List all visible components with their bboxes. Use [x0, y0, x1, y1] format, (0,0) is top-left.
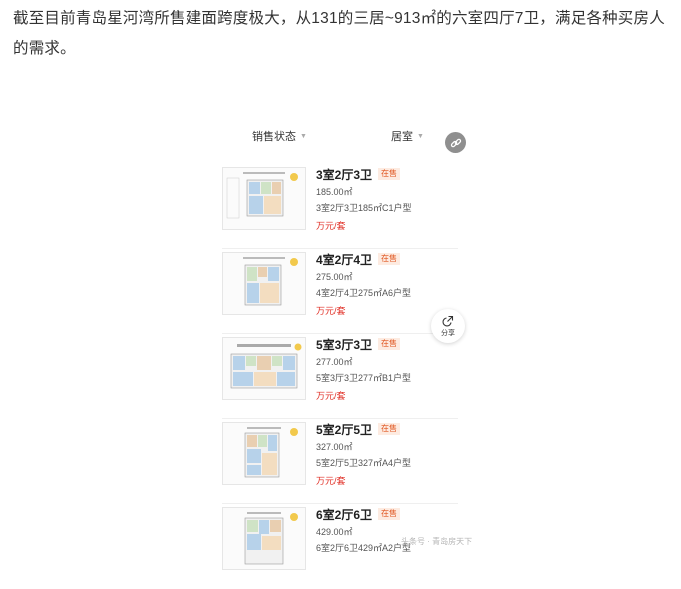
list-item[interactable]: 4室2厅4卫 在售 275.00㎡ 4室2厅4卫275㎡A6户型 万元/套: [222, 249, 458, 334]
listing-title: 3室2厅3卫: [316, 167, 373, 182]
filter-sales-status[interactable]: 销售状态 ▼: [252, 128, 307, 144]
listing-area: 327.00㎡: [316, 442, 353, 452]
list-item[interactable]: 3室2厅3卫 在售 185.00㎡ 3室2厅3卫185㎡C1户型 万元/套: [222, 164, 458, 249]
listing-title: 5室3厅3卫: [316, 337, 373, 352]
status-badge: 在售: [378, 168, 401, 180]
filter-rooms[interactable]: 居室 ▼: [391, 128, 424, 144]
listing-area: 185.00㎡: [316, 187, 353, 197]
filter-label: 居室: [391, 131, 413, 143]
floorplan-thumbnail: [222, 337, 306, 400]
status-badge: 在售: [378, 338, 401, 350]
listing-area: 277.00㎡: [316, 357, 353, 367]
listing-title: 4室2厅4卫: [316, 252, 373, 267]
status-badge: 在售: [378, 253, 401, 265]
share-label: 分享: [441, 329, 455, 337]
link-button[interactable]: [445, 132, 466, 153]
status-badge: 在售: [378, 423, 401, 435]
listing-price: 万元/套: [316, 476, 346, 486]
listing-area: 275.00㎡: [316, 272, 353, 282]
caret-down-icon: ▼: [300, 132, 307, 140]
share-icon: [442, 315, 454, 326]
floorplan-thumbnail: [222, 422, 306, 485]
floorplan-thumbnail: [222, 167, 306, 230]
listing-description: 5室2厅5卫327㎡A4户型: [316, 458, 412, 468]
listing-price: 万元/套: [316, 221, 346, 231]
status-badge: 在售: [378, 508, 401, 520]
floorplan-thumbnail: [222, 252, 306, 315]
listing-description: 4室2厅4卫275㎡A6户型: [316, 288, 412, 298]
caret-down-icon: ▼: [417, 132, 424, 140]
list-item[interactable]: 5室3厅3卫 在售 277.00㎡ 5室3厅3卫277㎡B1户型 万元/套: [222, 334, 458, 419]
listing-title: 6室2厅6卫: [316, 507, 373, 522]
link-icon: [450, 138, 461, 147]
floorplan-thumbnail: [222, 507, 306, 570]
listing-description: 5室3厅3卫277㎡B1户型: [316, 373, 412, 383]
filter-bar: 销售状态 ▼ 居室 ▼: [222, 128, 458, 150]
watermark: 头条号 · 青岛房天下: [401, 537, 473, 546]
listing-title: 5室2厅5卫: [316, 422, 373, 437]
listing-price: 万元/套: [316, 391, 346, 401]
floorplan-list: 3室2厅3卫 在售 185.00㎡ 3室2厅3卫185㎡C1户型 万元/套 4室…: [222, 164, 458, 589]
listing-description: 3室2厅3卫185㎡C1户型: [316, 203, 412, 213]
list-item[interactable]: 5室2厅5卫 在售 327.00㎡ 5室2厅5卫327㎡A4户型 万元/套: [222, 419, 458, 504]
article-intro: 截至目前青岛星河湾所售建面跨度极大，从131的三居~913㎡的六室四厅7卫，满足…: [13, 10, 665, 57]
share-button[interactable]: 分享: [431, 309, 465, 343]
filter-label: 销售状态: [252, 131, 296, 143]
